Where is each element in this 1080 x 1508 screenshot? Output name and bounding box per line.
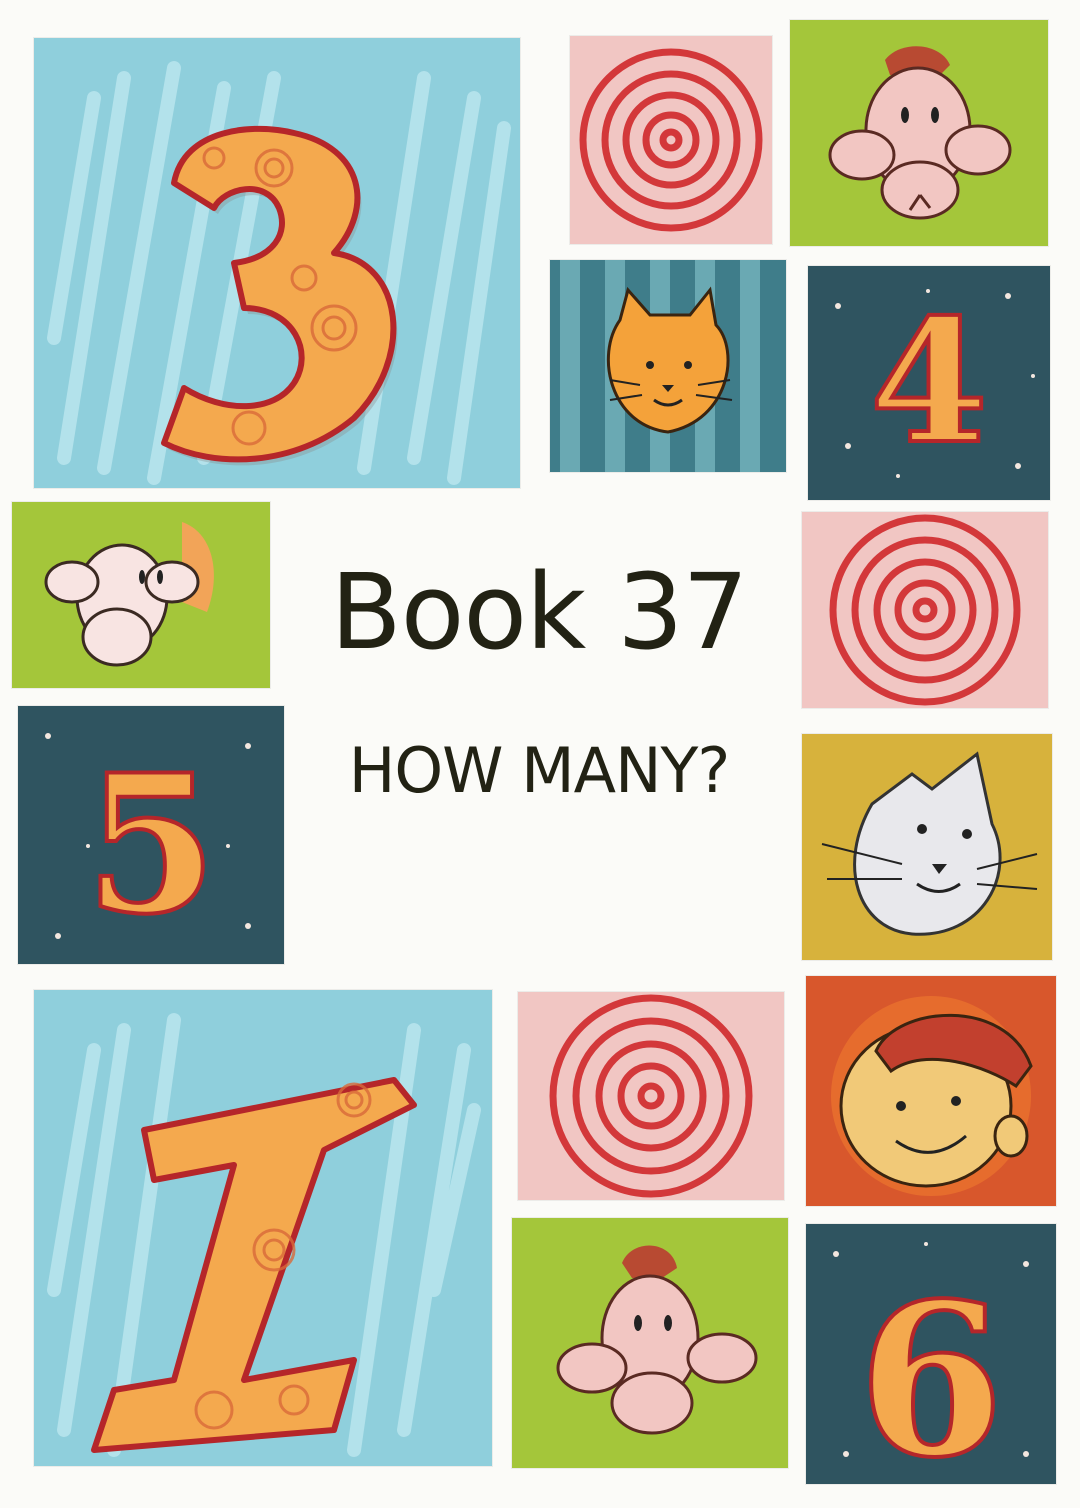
spiral-tile <box>518 992 784 1200</box>
number-6-icon: 6 <box>806 1224 1056 1484</box>
orange-cat-tile <box>550 260 786 472</box>
number-5-tile: 5 <box>18 706 284 964</box>
book-title: Book 37 <box>330 551 748 673</box>
orange-cat-face-icon <box>550 260 786 472</box>
monkey-tile-left <box>12 502 270 688</box>
grey-cat-face-icon <box>802 734 1052 960</box>
number-5-label: 5 <box>85 733 217 956</box>
number-4-icon: 4 <box>808 266 1050 500</box>
spiral-icon <box>518 992 784 1200</box>
grey-cat-tile <box>802 734 1052 960</box>
book-subtitle: HOW MANY? <box>348 734 731 807</box>
spiral-icon <box>570 36 772 244</box>
monkey-tile <box>790 20 1048 246</box>
cover-title-block: Book 37 HOW MANY? <box>284 560 794 802</box>
monkey-face-icon <box>512 1218 788 1468</box>
spiral-tile <box>802 512 1048 708</box>
number-4-tile: 4 <box>808 266 1050 500</box>
big-number-3-icon <box>34 38 520 488</box>
number-6-label: 6 <box>858 1257 1004 1484</box>
monkey-tile-bottom <box>512 1218 788 1468</box>
spiral-tile <box>570 36 772 244</box>
spiral-icon <box>802 512 1048 708</box>
monkey-face-icon <box>790 20 1048 246</box>
girl-face-icon <box>806 976 1056 1206</box>
number-4-label: 4 <box>870 282 988 482</box>
number-3-tile <box>34 38 520 488</box>
big-number-1-icon <box>34 990 492 1466</box>
number-6-tile: 6 <box>806 1224 1056 1484</box>
number-1-tile <box>34 990 492 1466</box>
girl-tile <box>806 976 1056 1206</box>
number-5-icon: 5 <box>18 706 284 964</box>
monkey-face-icon <box>12 502 270 688</box>
